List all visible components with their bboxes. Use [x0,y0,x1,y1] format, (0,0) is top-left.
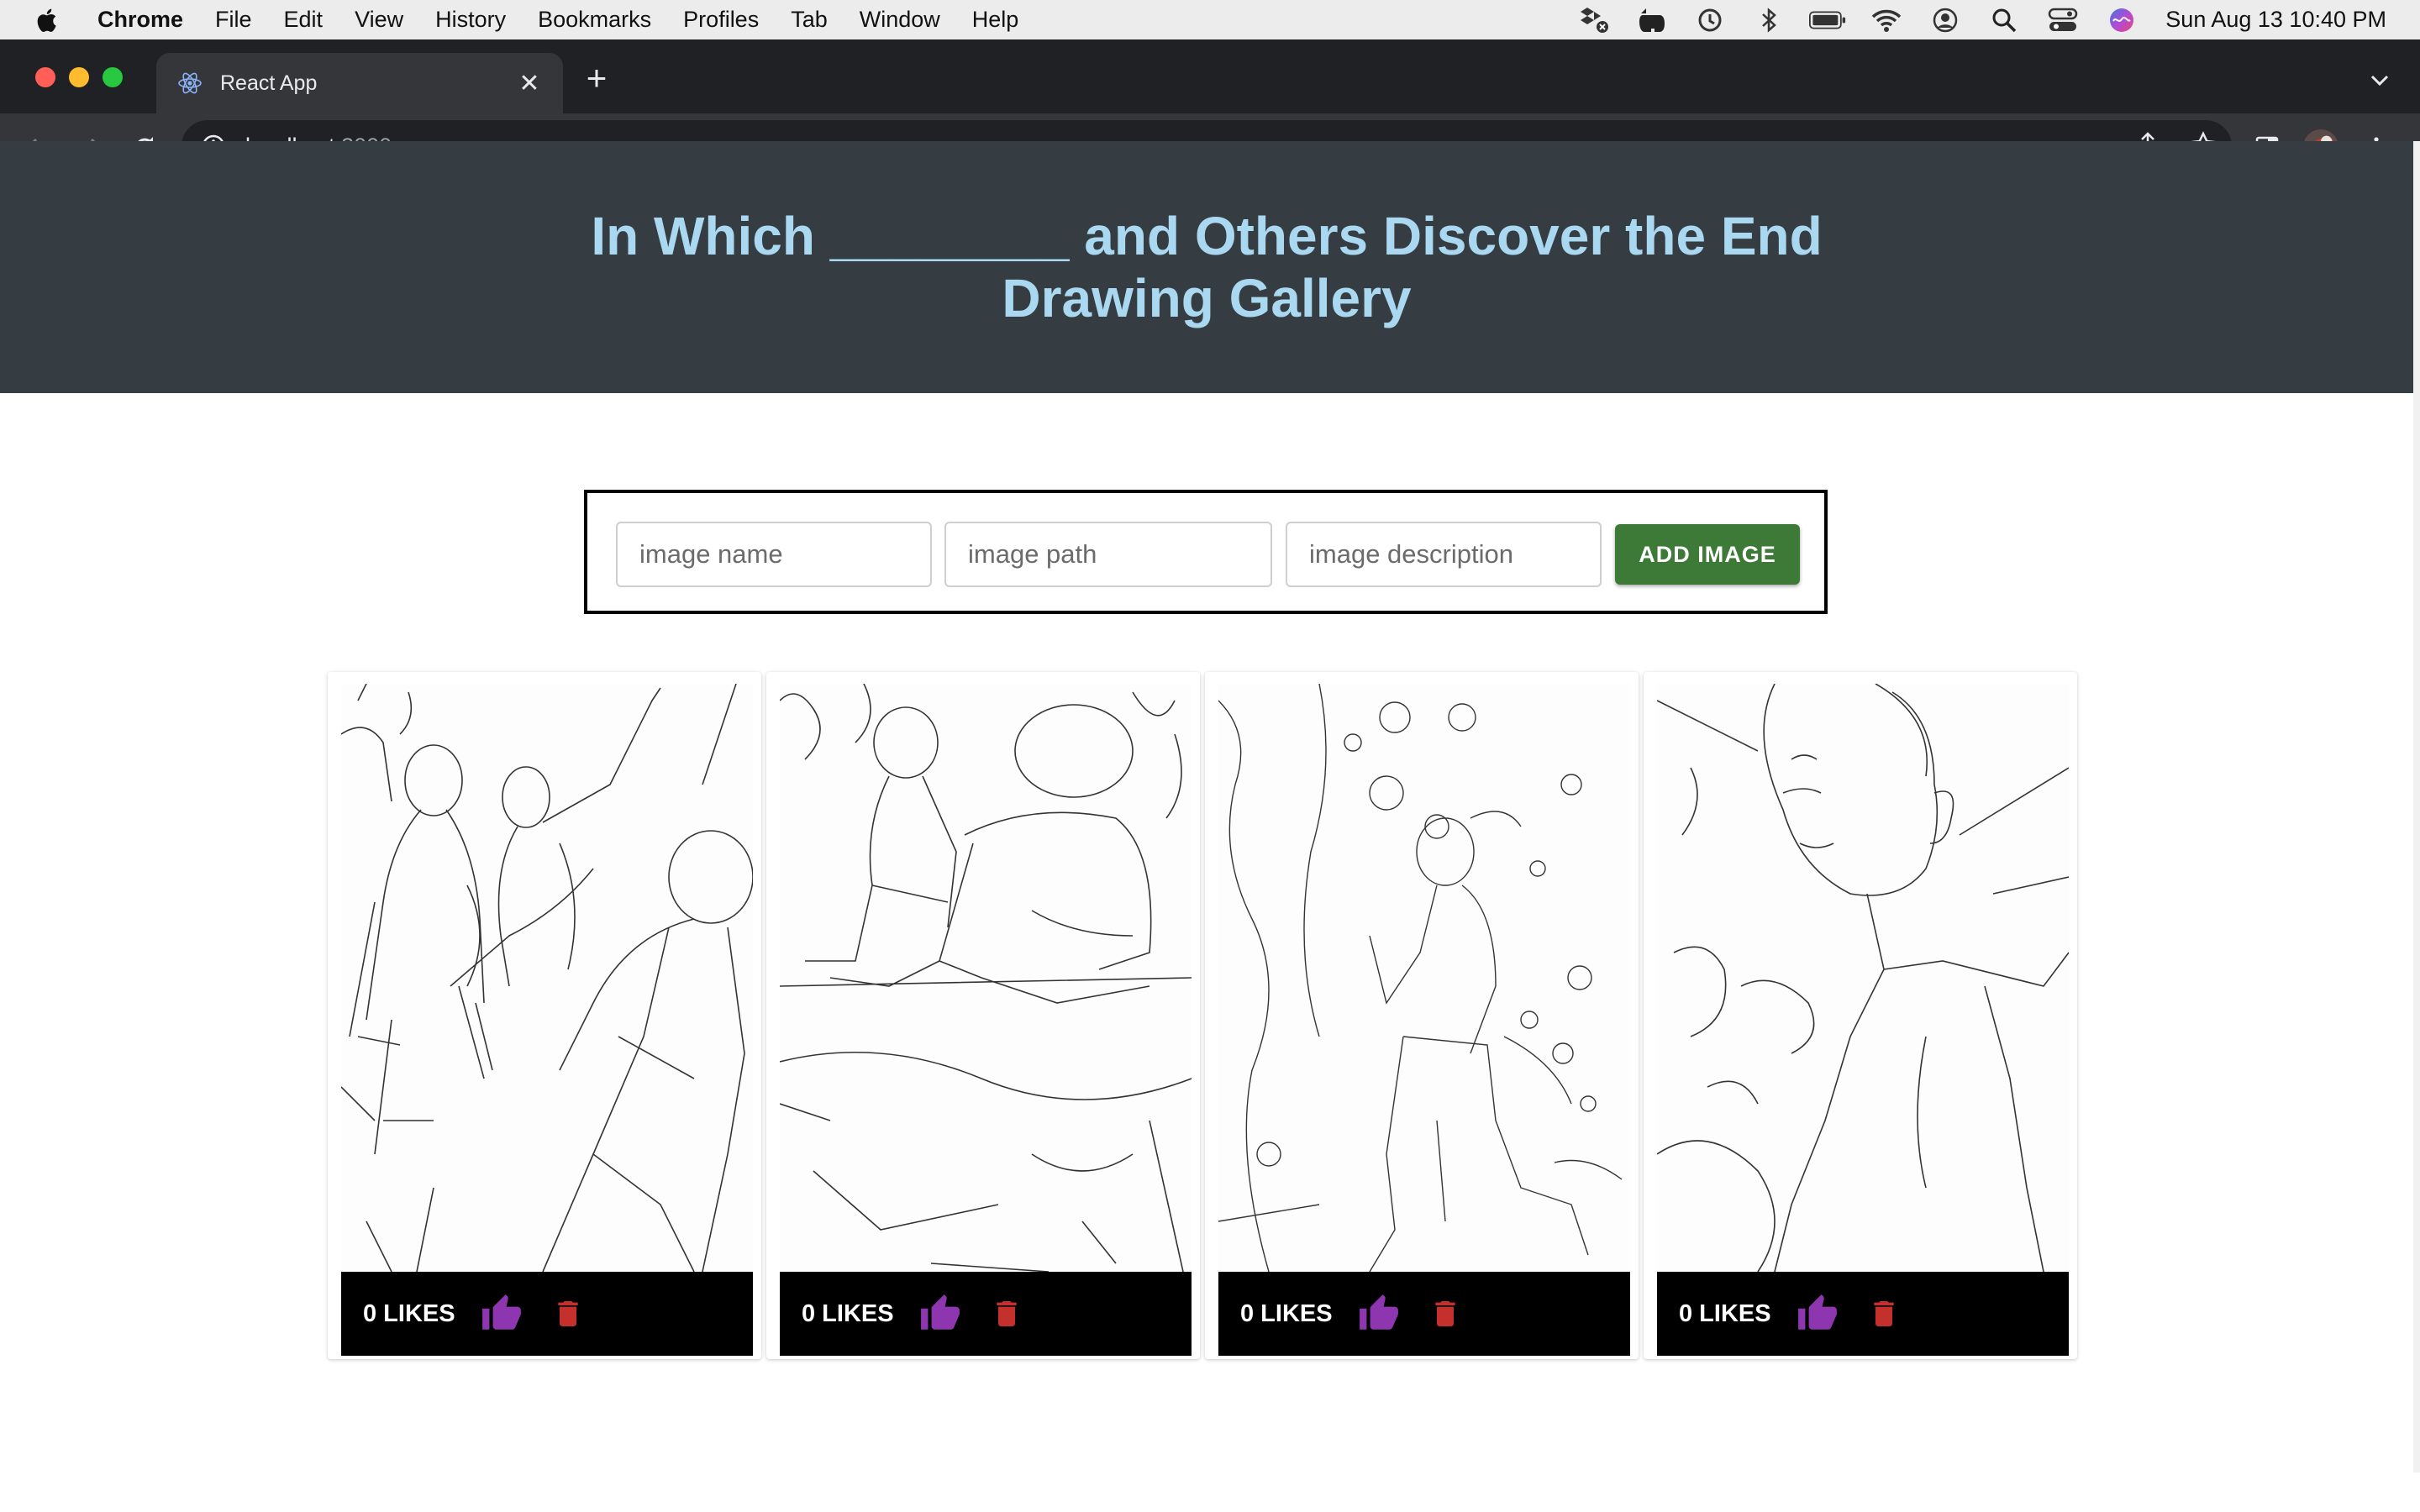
likes-count: 0 LIKES [1240,1299,1333,1327]
menu-history[interactable]: History [435,7,506,33]
dropbox-icon[interactable] [1574,5,1611,35]
add-image-button[interactable]: ADD IMAGE [1615,524,1800,585]
image-name-input[interactable] [616,522,932,587]
zoom-window-button[interactable] [103,67,123,87]
image-gallery: 0 LIKES 0 LIKES 0 LIKES 0 LIKES [328,672,2086,1369]
header-banner: In Which ________ and Others Discover th… [0,141,2413,393]
tab-search-chevron-icon[interactable] [2365,65,2395,95]
thumbs-up-icon[interactable] [1797,1293,1839,1335]
thumbs-up-icon[interactable] [919,1293,961,1335]
minimize-window-button[interactable] [69,67,89,87]
gallery-card: 0 LIKES [1644,672,2077,1359]
status-area: Sun Aug 13 10:40 PM [1552,0,2386,39]
menu-file[interactable]: File [215,7,252,33]
menu-help[interactable]: Help [972,7,1019,33]
add-image-form: ADD IMAGE [584,490,1828,614]
evernote-elephant-icon[interactable] [1633,5,1670,35]
menu-view[interactable]: View [355,7,403,33]
bluetooth-icon[interactable] [1750,5,1787,35]
menu-bar-clock[interactable]: Sun Aug 13 10:40 PM [2165,7,2386,33]
close-tab-icon[interactable]: ✕ [516,69,543,98]
menu-window[interactable]: Window [860,7,940,33]
gallery-image-dancers[interactable] [341,684,753,1272]
thumbs-up-icon[interactable] [481,1293,523,1335]
delete-trash-icon[interactable] [1428,1296,1462,1331]
gallery-card: 0 LIKES [766,672,1200,1359]
page-title-line-2: Drawing Gallery [1002,268,1412,328]
control-center-icon[interactable] [2044,5,2081,35]
time-machine-icon[interactable] [1691,5,1728,35]
new-tab-icon[interactable]: + [576,58,617,98]
image-path-input[interactable] [944,522,1272,587]
delete-trash-icon[interactable] [990,1296,1023,1331]
card-action-bar: 0 LIKES [1218,1272,1630,1356]
likes-count: 0 LIKES [802,1299,894,1327]
image-description-input[interactable] [1286,522,1602,587]
page-scrollbar[interactable] [2413,141,2420,1473]
likes-count: 0 LIKES [363,1299,455,1327]
wifi-icon[interactable] [1868,5,1905,35]
battery-icon[interactable] [1809,5,1846,35]
card-action-bar: 0 LIKES [1657,1272,2069,1356]
react-logo-icon [178,72,202,94]
tab-strip: React App ✕ + [0,39,2420,113]
delete-trash-icon[interactable] [551,1296,585,1331]
gallery-image-portrait[interactable] [1657,684,2069,1272]
close-window-button[interactable] [35,67,55,87]
gallery-card: 0 LIKES [1205,672,1639,1359]
card-action-bar: 0 LIKES [341,1272,753,1356]
spotlight-search-icon[interactable] [1986,5,2023,35]
page-title: In Which ________ and Others Discover th… [576,205,1837,329]
macos-menu-bar: Chrome File Edit View History Bookmarks … [0,0,2420,39]
gallery-card: 0 LIKES [328,672,761,1359]
thumbs-up-icon[interactable] [1358,1293,1400,1335]
gallery-image-kneeling-woman[interactable] [1218,684,1630,1272]
tab-title: React App [220,71,318,95]
page-viewport: In Which ________ and Others Discover th… [0,141,2413,1473]
menu-profiles[interactable]: Profiles [683,7,759,33]
menu-tab[interactable]: Tab [791,7,828,33]
apple-logo-icon[interactable] [34,5,62,35]
gallery-image-kneeling-figures[interactable] [780,684,1192,1272]
card-action-bar: 0 LIKES [780,1272,1192,1356]
page-title-line-1: In Which ________ and Others Discover th… [591,206,1823,266]
delete-trash-icon[interactable] [1867,1296,1901,1331]
menu-edit[interactable]: Edit [284,7,324,33]
menu-bookmarks[interactable]: Bookmarks [538,7,651,33]
menu-app-name[interactable]: Chrome [97,7,183,33]
user-account-icon[interactable] [1927,5,1964,35]
tab-react-app[interactable]: React App ✕ [156,53,563,113]
siri-icon[interactable] [2103,5,2140,35]
likes-count: 0 LIKES [1679,1299,1771,1327]
